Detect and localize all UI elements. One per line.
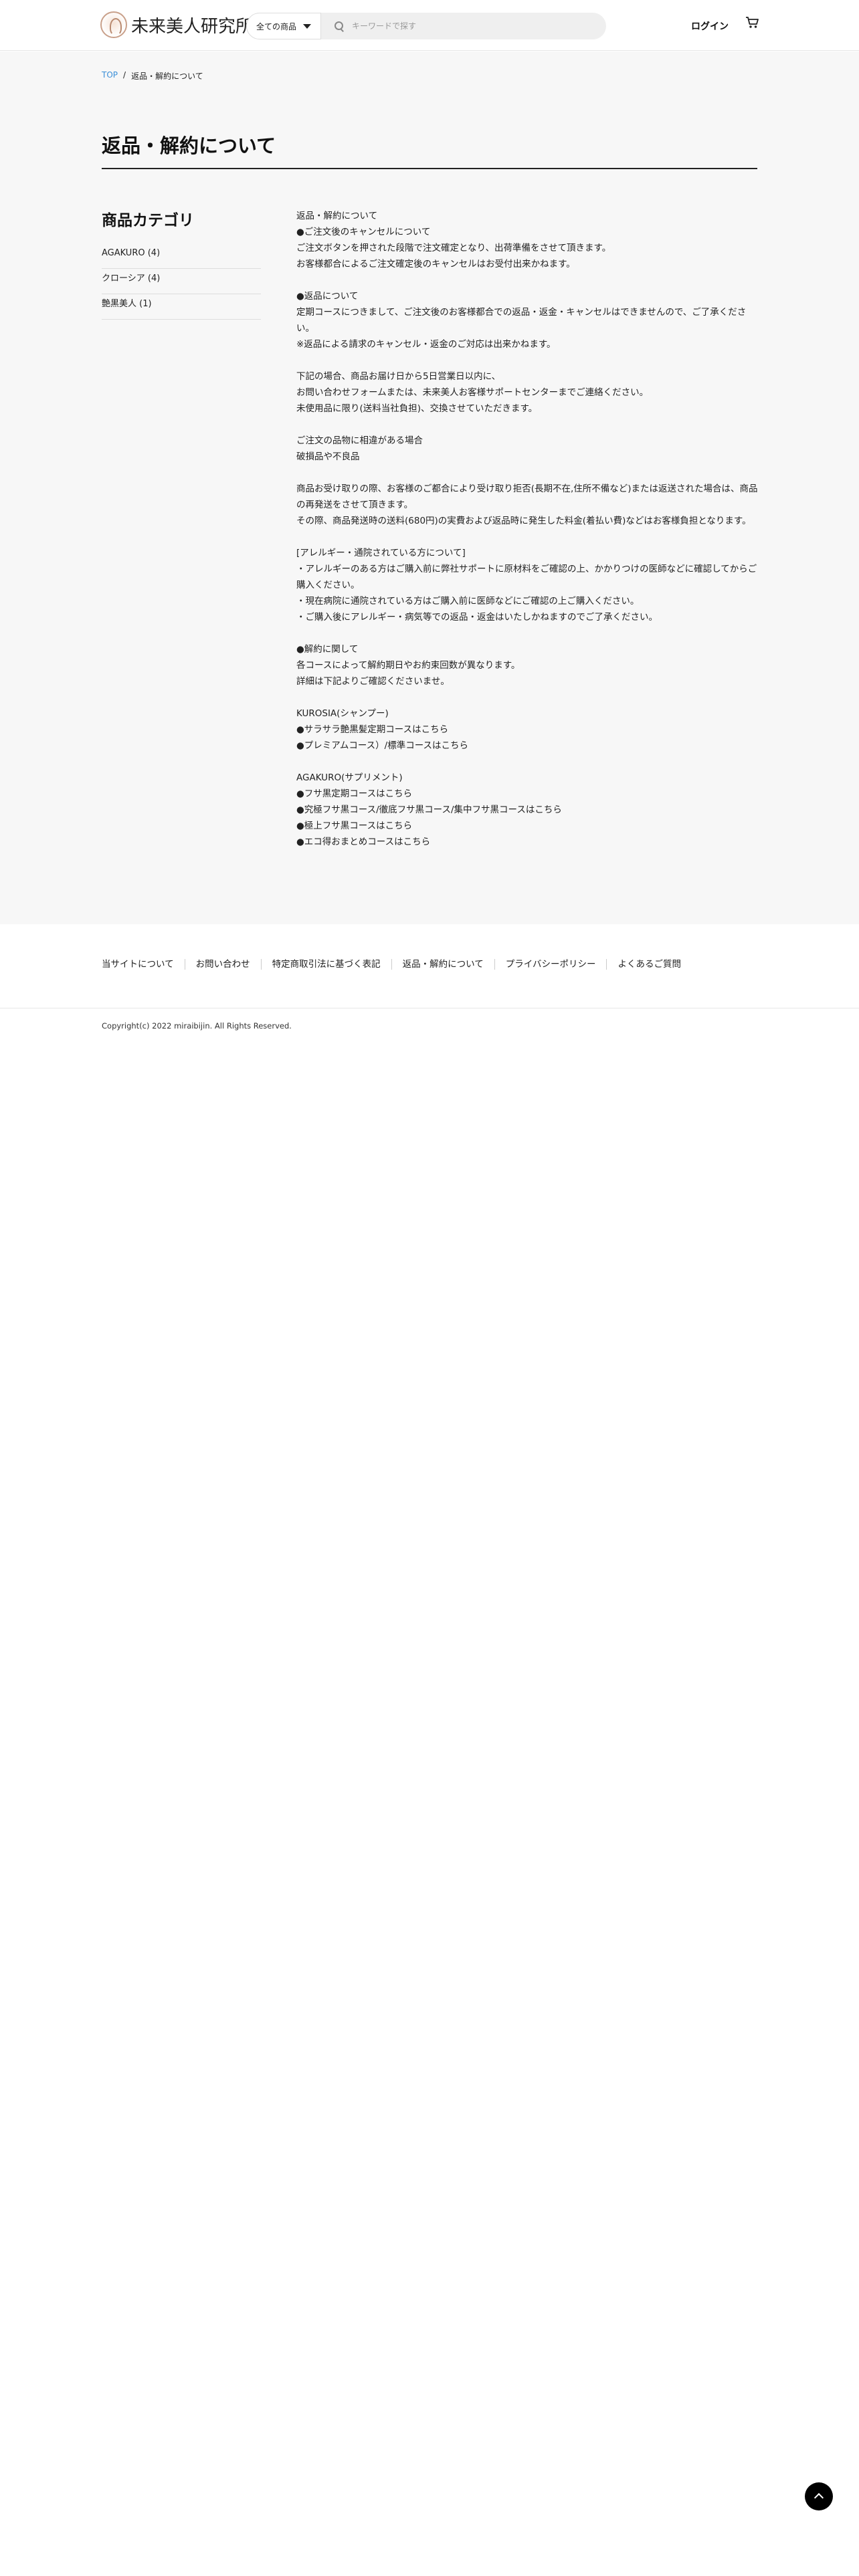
content-line[interactable]: ●エコ得おまとめコースはこちら xyxy=(296,834,758,850)
main-content: TOP / 返品・解約について 返品・解約について 商品カテゴリ AGAKURO… xyxy=(0,51,859,924)
search-input[interactable] xyxy=(352,21,606,31)
category-item-tsuyaguro[interactable]: 艶黒美人 (1) xyxy=(102,294,261,320)
content-line: ●解約に関して xyxy=(296,644,359,655)
content-line: その際、商品発送時の送料(680円)の実費および返品時に発生した料金(着払い費)… xyxy=(296,516,751,526)
breadcrumb: TOP / 返品・解約について xyxy=(102,70,203,82)
content-line: お客様都合によるご注文確定後のキャンセルはお受付出来かねます。 xyxy=(296,259,575,270)
footer-link-privacy[interactable]: プライバシーポリシー xyxy=(494,959,607,970)
category-list: AGAKURO (4) クローシア (4) 艶黒美人 (1) xyxy=(102,243,261,320)
footer-link-faq[interactable]: よくあるご質問 xyxy=(606,959,692,970)
content-line: ●ご注文後のキャンセルについて xyxy=(296,227,431,237)
content-line: ※返品による請求のキャンセル・返金のご対応は出来かねます。 xyxy=(296,339,556,350)
logo-emblem-icon xyxy=(100,11,127,38)
footer-link-about[interactable]: 当サイトについて xyxy=(102,959,185,970)
footer-nav: 当サイトについて お問い合わせ 特定商取引法に基づく表記 返品・解約について プ… xyxy=(0,924,859,1008)
cart-icon[interactable] xyxy=(745,16,760,29)
content-line: 詳細は下記よりご確認くださいませ。 xyxy=(296,676,450,687)
content-line: ・ご購入後にアレルギー・病気等での返品・返金はいたしかねますのでご了承ください。 xyxy=(296,612,658,623)
breadcrumb-current: 返品・解約について xyxy=(131,72,203,81)
content-line: [アレルギー・通院されている方について] xyxy=(296,548,466,558)
breadcrumb-separator: / xyxy=(123,70,126,80)
logo-text: 未来美人研究所 xyxy=(131,16,254,37)
content-line: ●返品について xyxy=(296,291,359,302)
content-line: KUROSIA(シャンプー) xyxy=(296,708,389,719)
page-top-button[interactable] xyxy=(805,2482,833,2510)
content-line: ご注文ボタンを押された段階で注文確定となり、出荷準備をさせて頂きます。 xyxy=(296,243,611,253)
content-line: 各コースによって解約期日やお約束回数が異なります。 xyxy=(296,660,520,671)
content-line: 下記の場合、商品お届け日から5日営業日以内に、 xyxy=(296,371,501,382)
content-line: 破損品や不良品 xyxy=(296,451,360,462)
category-heading: 商品カテゴリ xyxy=(102,212,194,229)
content-line: お問い合わせフォームまたは、未来美人お客様サポートセンターまでご連絡ください。 xyxy=(296,387,649,398)
content-line: ご注文の品物に相違がある場合 xyxy=(296,435,423,446)
search-icon[interactable] xyxy=(335,21,344,31)
content-line: ・現在病院に通院されている方はご購入前に医師などにご確認の上ご購入ください。 xyxy=(296,596,640,607)
copyright: Copyright(c) 2022 miraibijin. All Rights… xyxy=(102,1021,292,1031)
site-logo[interactable]: 未来美人研究所 xyxy=(100,11,253,38)
breadcrumb-top-link[interactable]: TOP xyxy=(102,70,118,82)
chevron-down-icon xyxy=(303,23,311,29)
content-line: 返品・解約について xyxy=(296,211,378,221)
site-header: 未来美人研究所 全ての商品 ログイン xyxy=(0,0,859,51)
return-policy-content: 返品・解約について ●ご注文後のキャンセルについてご注文ボタンを押された段階で注文… xyxy=(296,208,758,850)
login-link[interactable]: ログイン xyxy=(691,19,729,33)
content-line: AGAKURO(サプリメント) xyxy=(296,772,403,783)
footer-link-commerce-law[interactable]: 特定商取引法に基づく表記 xyxy=(260,959,391,970)
page-title: 返品・解約について xyxy=(102,130,757,169)
content-line: 定期コースにつきまして、ご注文後のお客様都合での返品・返金・キャンセルはできませ… xyxy=(296,307,747,334)
content-line[interactable]: ●プレミアムコース）/標準コースはこちら xyxy=(296,738,758,754)
footer-link-contact[interactable]: お問い合わせ xyxy=(184,959,261,970)
category-item-kurosia[interactable]: クローシア (4) xyxy=(102,269,261,294)
content-line[interactable]: ●フサ黒定期コースはこちら xyxy=(296,786,758,802)
footer-link-returns[interactable]: 返品・解約について xyxy=(391,959,494,970)
search-bar: 全ての商品 xyxy=(246,13,606,39)
content-line: 商品お受け取りの際、お客様のご都合により受け取り拒否(長期不在,住所不備など)ま… xyxy=(296,484,758,510)
content-line[interactable]: ●極上フサ黒コースはこちら xyxy=(296,818,758,834)
search-category-select[interactable]: 全ての商品 xyxy=(246,13,321,39)
content-line: 未使用品に限り(送料当社負担)、交換させていただきます。 xyxy=(296,403,538,414)
category-item-agakuro[interactable]: AGAKURO (4) xyxy=(102,243,261,269)
content-line: ・アレルギーのある方はご購入前に弊社サポートに原材料をご確認の上、かかりつけの医… xyxy=(296,564,757,591)
content-line[interactable]: ●究極フサ黒コース/徹底フサ黒コース/集中フサ黒コースはこちら xyxy=(296,802,758,818)
search-category-label: 全ての商品 xyxy=(256,21,297,31)
content-line[interactable]: ●サラサラ艶黒髪定期コースはこちら xyxy=(296,722,758,738)
footer-links: 当サイトについて お問い合わせ 特定商取引法に基づく表記 返品・解約について プ… xyxy=(102,959,692,970)
search-field xyxy=(321,13,606,39)
